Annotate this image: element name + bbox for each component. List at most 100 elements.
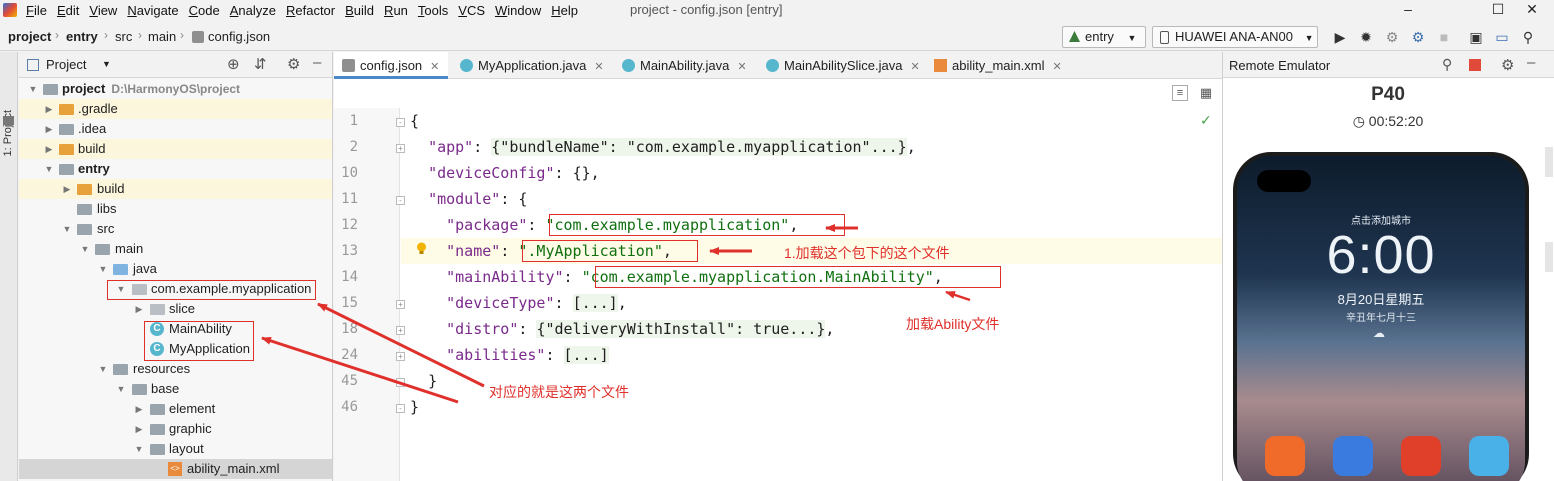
expand-arrow-icon[interactable]: ▶ — [133, 299, 145, 319]
tree-item-slice[interactable]: ▶ slice — [19, 299, 332, 319]
close-icon[interactable]: ✕ — [737, 61, 746, 73]
search-icon[interactable]: ⚲ — [1520, 29, 1536, 45]
fold-marker-icon[interactable]: - — [396, 196, 405, 205]
tree-item-gradle[interactable]: ▶ .gradle — [19, 99, 332, 119]
phone-screen[interactable]: 点击添加城市 6:00 8月20日星期五 辛丑年七月十三 ☁ — [1237, 156, 1525, 481]
tab-config-json[interactable]: config.json ✕ — [334, 52, 448, 79]
tree-item-resources[interactable]: ▼ resources — [19, 359, 332, 379]
menu-build[interactable]: Build — [340, 3, 379, 18]
menu-vcs[interactable]: VCS — [453, 3, 490, 18]
gear-icon[interactable]: ⚙ — [1501, 56, 1514, 74]
menu-run[interactable]: Run — [379, 3, 413, 18]
breadcrumb-main[interactable]: main — [148, 29, 176, 44]
tab-myapplication-java[interactable]: MyApplication.java ✕ — [452, 52, 608, 79]
menu-analyze[interactable]: Analyze — [225, 3, 281, 18]
stop-icon[interactable]: ■ — [1436, 29, 1452, 45]
video-app-icon[interactable] — [1265, 436, 1305, 476]
device-select[interactable]: HUAWEI ANA-AN00 ▼ — [1152, 26, 1318, 48]
fold-marker-icon[interactable]: + — [396, 144, 405, 153]
tree-item-java[interactable]: ▼ java — [19, 259, 332, 279]
code-line[interactable]: "distro": {"deliveryWithInstall": true..… — [410, 316, 834, 342]
code-line[interactable]: "abilities": [...] — [410, 342, 609, 368]
tree-item-build[interactable]: ▶ build — [19, 139, 332, 159]
project-view-label[interactable]: Project — [46, 57, 86, 72]
hide-panel-icon[interactable]: – — [313, 54, 321, 71]
expand-arrow-icon[interactable]: ▼ — [133, 439, 145, 459]
run-config-select[interactable]: entry ▼ — [1062, 26, 1146, 48]
minimize-button[interactable]: – — [1386, 0, 1430, 20]
expand-arrow-icon[interactable]: ▼ — [27, 79, 39, 99]
run-icon[interactable]: ▶ — [1332, 29, 1348, 45]
menu-navigate[interactable]: Navigate — [122, 3, 183, 18]
tree-item-element[interactable]: ▶ element — [19, 399, 332, 419]
close-icon[interactable]: ✕ — [911, 61, 920, 73]
folded-value[interactable]: {"deliveryWithInstall": true...} — [536, 320, 826, 338]
menu-file[interactable]: File — [21, 3, 52, 18]
code-line[interactable]: { — [410, 108, 419, 134]
scrollbar[interactable] — [1545, 147, 1553, 177]
folded-value[interactable]: [...] — [563, 346, 609, 364]
fold-marker-icon[interactable]: + — [396, 326, 405, 335]
tree-item-graphic[interactable]: ▶ graphic — [19, 419, 332, 439]
fold-marker-icon[interactable]: + — [396, 300, 405, 309]
code-line[interactable]: } — [410, 368, 437, 394]
close-window-button[interactable]: ✕ — [1510, 0, 1554, 20]
books-app-icon[interactable] — [1401, 436, 1441, 476]
folded-value[interactable]: [...] — [572, 294, 618, 312]
music-app-icon[interactable] — [1333, 436, 1373, 476]
expand-arrow-icon[interactable]: ▼ — [97, 359, 109, 379]
expand-arrow-icon[interactable]: ▶ — [61, 179, 73, 199]
fold-marker-icon[interactable]: + — [396, 352, 405, 361]
tab-ability-main-xml[interactable]: ability_main.xml ✕ — [926, 52, 1066, 79]
code-line[interactable]: "deviceConfig": {}, — [410, 160, 600, 186]
expand-arrow-icon[interactable]: ▼ — [61, 219, 73, 239]
fold-marker-icon[interactable]: - — [396, 404, 405, 413]
menu-view[interactable]: View — [84, 3, 122, 18]
tree-item-ability-main-xml[interactable]: <> ability_main.xml — [19, 459, 332, 479]
text-view-icon[interactable]: ≡ — [1172, 85, 1188, 101]
preview-image-icon[interactable]: ▦ — [1198, 85, 1214, 101]
expand-arrow-icon[interactable]: ▼ — [43, 159, 55, 179]
menu-edit[interactable]: Edit — [52, 3, 84, 18]
gear-icon[interactable]: ⚙ — [287, 55, 300, 73]
tree-item-entry-build[interactable]: ▶ build — [19, 179, 332, 199]
menu-window[interactable]: Window — [490, 3, 546, 18]
tree-item-idea[interactable]: ▶ .idea — [19, 119, 332, 139]
expand-arrow-icon[interactable]: ▼ — [115, 379, 127, 399]
profile-icon[interactable]: ⚙ — [1410, 29, 1426, 45]
menu-code[interactable]: Code — [184, 3, 225, 18]
expand-arrow-icon[interactable]: ▶ — [133, 399, 145, 419]
breadcrumb-config-json[interactable]: config.json — [208, 29, 270, 44]
code-line[interactable]: "deviceType": [...], — [410, 290, 627, 316]
code-line[interactable]: "app": {"bundleName": "com.example.myapp… — [410, 134, 916, 160]
chevron-down-icon[interactable]: ▼ — [102, 59, 111, 69]
expand-arrow-icon[interactable]: ▼ — [97, 259, 109, 279]
close-icon[interactable]: ✕ — [594, 61, 603, 73]
tree-item-libs[interactable]: libs — [19, 199, 332, 219]
collapse-all-icon[interactable]: ⇵ — [254, 55, 267, 73]
code-line[interactable]: } — [410, 394, 419, 420]
close-icon[interactable]: ✕ — [1052, 61, 1061, 73]
fold-marker-icon[interactable]: - — [396, 118, 405, 127]
scrollbar[interactable] — [1545, 242, 1553, 272]
folded-value[interactable]: {"bundleName": "com.example.myapplicatio… — [491, 138, 907, 156]
tree-item-main[interactable]: ▼ main — [19, 239, 332, 259]
hide-panel-icon[interactable]: – — [1527, 54, 1535, 71]
tree-item-base[interactable]: ▼ base — [19, 379, 332, 399]
pin-icon[interactable]: ⚲ — [1442, 56, 1452, 73]
themes-app-icon[interactable] — [1469, 436, 1509, 476]
project-structure-icon[interactable]: ▣ — [1468, 29, 1484, 45]
tree-item-layout[interactable]: ▼ layout — [19, 439, 332, 459]
breadcrumb-entry[interactable]: entry — [66, 29, 98, 44]
tree-item-src[interactable]: ▼ src — [19, 219, 332, 239]
debug-icon[interactable]: ✹ — [1358, 29, 1374, 45]
breadcrumb-src[interactable]: src — [115, 29, 132, 44]
close-icon[interactable]: ✕ — [430, 61, 439, 73]
attach-debugger-icon[interactable]: ⚙ — [1384, 29, 1400, 45]
tab-mainabilityslice-java[interactable]: MainAbilitySlice.java ✕ — [758, 52, 926, 79]
device-manager-icon[interactable]: ▭ — [1494, 29, 1510, 45]
tree-item-project[interactable]: ▼ project D:\HarmonyOS\project — [19, 79, 332, 99]
expand-arrow-icon[interactable]: ▶ — [43, 139, 55, 159]
breadcrumb-project[interactable]: project — [8, 29, 51, 44]
fold-marker-icon[interactable]: - — [396, 378, 405, 387]
